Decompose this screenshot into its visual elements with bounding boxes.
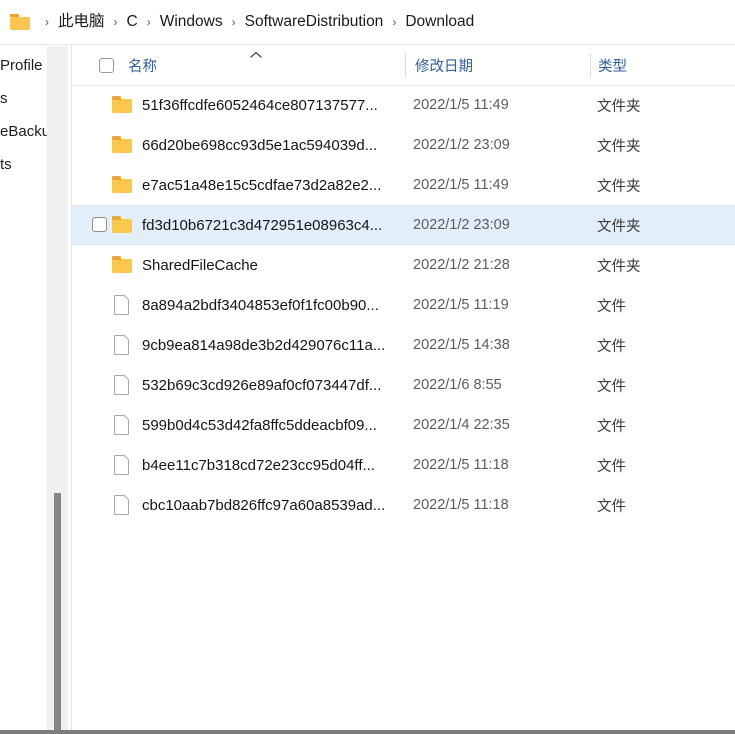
table-row[interactable]: 8a894a2bdf3404853ef0f1fc00b90... 2022/1/5… bbox=[72, 285, 735, 325]
sidebar-item[interactable]: Profile bbox=[0, 58, 43, 73]
window-bottom-edge bbox=[0, 730, 735, 734]
sidebar-item[interactable]: s bbox=[0, 91, 8, 106]
breadcrumb: › 此电脑 › C › Windows › SoftwareDistribution › Down… bbox=[38, 12, 476, 32]
file-name[interactable]: SharedFileCache bbox=[142, 245, 258, 285]
file-name[interactable]: 532b69c3cd926e89af0cf073447df... bbox=[142, 365, 381, 405]
file-icon bbox=[112, 369, 135, 395]
table-row[interactable]: 51f36ffcdfe6052464ce807137577... 2022/1/5… bbox=[72, 85, 735, 125]
file-date-modified: 2022/1/6 8:55 bbox=[413, 377, 502, 393]
table-row[interactable]: 66d20be698cc93d5e1ac594039d... 2022/1/2 2… bbox=[72, 125, 735, 165]
table-row[interactable]: 9cb9ea814a98de3b2d429076c11a... 2022/1/5 … bbox=[72, 325, 735, 365]
breadcrumb-item[interactable]: Download bbox=[403, 12, 476, 32]
file-date-modified: 2022/1/5 11:19 bbox=[413, 297, 509, 313]
file-date-modified: 2022/1/5 14:38 bbox=[413, 337, 510, 353]
breadcrumb-item[interactable]: 此电脑 bbox=[56, 12, 107, 32]
table-row[interactable]: 532b69c3cd926e89af0cf073447df... 2022/1/6… bbox=[72, 365, 735, 405]
column-separator[interactable] bbox=[405, 53, 406, 78]
breadcrumb-separator: › bbox=[146, 15, 151, 29]
file-type: 文件夹 bbox=[597, 218, 641, 235]
column-header-type[interactable]: 类型 bbox=[598, 46, 627, 85]
scrollbar-thumb[interactable] bbox=[54, 493, 61, 731]
file-date-modified: 2022/1/4 22:35 bbox=[413, 417, 510, 433]
select-all-checkbox[interactable] bbox=[99, 58, 114, 73]
navigation-pane-scrollbar[interactable] bbox=[47, 46, 68, 734]
sort-ascending-icon bbox=[249, 50, 263, 60]
file-date-modified: 2022/1/5 11:49 bbox=[413, 97, 509, 113]
breadcrumb-item[interactable]: Windows bbox=[158, 12, 225, 32]
breadcrumb-bar[interactable]: › 此电脑 › C › Windows › SoftwareDistribution › Down… bbox=[0, 0, 735, 45]
file-name[interactable]: 8a894a2bdf3404853ef0f1fc00b90... bbox=[142, 285, 379, 325]
breadcrumb-separator: › bbox=[113, 15, 118, 29]
table-row[interactable]: cbc10aab7bd826ffc97a60a8539ad... 2022/1/5… bbox=[72, 485, 735, 525]
folder-icon bbox=[112, 176, 133, 194]
file-date-modified: 2022/1/2 21:28 bbox=[413, 257, 510, 273]
file-icon bbox=[112, 449, 135, 475]
file-name[interactable]: 66d20be698cc93d5e1ac594039d... bbox=[142, 125, 377, 165]
breadcrumb-separator: › bbox=[231, 15, 236, 29]
file-name[interactable]: e7ac51a48e15c5cdfae73d2a82e2... bbox=[142, 165, 381, 205]
file-type: 文件 bbox=[597, 458, 626, 475]
table-row[interactable]: b4ee11c7b318cd72e23cc95d04ff... 2022/1/5 … bbox=[72, 445, 735, 485]
file-name[interactable]: 51f36ffcdfe6052464ce807137577... bbox=[142, 85, 378, 125]
column-header-row: 名称 修改日期 类型 bbox=[72, 46, 735, 86]
window-bottom-edge-left bbox=[0, 727, 47, 730]
file-name[interactable]: 599b0d4c53d42fa8ffc5ddeacbf09... bbox=[142, 405, 377, 445]
folder-icon bbox=[112, 256, 133, 274]
breadcrumb-item[interactable]: SoftwareDistribution bbox=[243, 12, 386, 32]
file-type: 文件夹 bbox=[597, 258, 641, 275]
folder-icon bbox=[112, 96, 133, 114]
file-icon bbox=[112, 409, 135, 435]
table-row[interactable]: fd3d10b6721c3d472951e08963c4... 2022/1/2 … bbox=[72, 205, 735, 245]
file-type: 文件 bbox=[597, 298, 626, 315]
table-row[interactable]: 599b0d4c53d42fa8ffc5ddeacbf09... 2022/1/4… bbox=[72, 405, 735, 445]
file-icon bbox=[112, 329, 135, 355]
file-list: 51f36ffcdfe6052464ce807137577... 2022/1/5… bbox=[72, 85, 735, 734]
column-header-name-label: 名称 bbox=[128, 59, 157, 75]
table-row[interactable]: SharedFileCache 2022/1/2 21:28 文件夹 bbox=[72, 245, 735, 285]
file-type: 文件 bbox=[597, 338, 626, 355]
file-type: 文件 bbox=[597, 498, 626, 515]
folder-icon bbox=[10, 14, 30, 30]
folder-icon bbox=[112, 216, 133, 234]
file-type: 文件夹 bbox=[597, 98, 641, 115]
file-date-modified: 2022/1/5 11:18 bbox=[413, 457, 509, 473]
file-icon bbox=[112, 489, 135, 515]
file-type: 文件夹 bbox=[597, 178, 641, 195]
file-icon bbox=[112, 289, 135, 315]
file-name[interactable]: cbc10aab7bd826ffc97a60a8539ad... bbox=[142, 485, 385, 525]
folder-icon bbox=[112, 136, 133, 154]
column-header-date-modified[interactable]: 修改日期 bbox=[415, 46, 473, 85]
file-name[interactable]: fd3d10b6721c3d472951e08963c4... bbox=[142, 205, 382, 245]
file-date-modified: 2022/1/5 11:49 bbox=[413, 177, 509, 193]
column-header-name[interactable]: 名称 bbox=[128, 46, 157, 85]
file-name[interactable]: b4ee11c7b318cd72e23cc95d04ff... bbox=[142, 445, 375, 485]
file-type: 文件 bbox=[597, 418, 626, 435]
file-list-pane: 名称 修改日期 类型 51f36ffcdfe6052464ce807137577… bbox=[72, 46, 735, 734]
file-type: 文件夹 bbox=[597, 138, 641, 155]
breadcrumb-separator: › bbox=[45, 15, 49, 29]
column-separator[interactable] bbox=[590, 53, 591, 78]
row-checkbox[interactable] bbox=[92, 217, 107, 232]
breadcrumb-item[interactable]: C bbox=[125, 12, 140, 32]
file-date-modified: 2022/1/2 23:09 bbox=[413, 137, 510, 153]
navigation-pane[interactable]: Profile s eBacku ts bbox=[0, 46, 47, 734]
table-row[interactable]: e7ac51a48e15c5cdfae73d2a82e2... 2022/1/5 … bbox=[72, 165, 735, 205]
column-header-date-label: 修改日期 bbox=[415, 59, 473, 75]
sidebar-item[interactable]: ts bbox=[0, 157, 12, 172]
breadcrumb-separator: › bbox=[392, 15, 397, 29]
file-type: 文件 bbox=[597, 378, 626, 395]
file-name[interactable]: 9cb9ea814a98de3b2d429076c11a... bbox=[142, 325, 385, 365]
file-date-modified: 2022/1/5 11:18 bbox=[413, 497, 509, 513]
file-date-modified: 2022/1/2 23:09 bbox=[413, 217, 510, 233]
column-header-type-label: 类型 bbox=[598, 59, 627, 75]
sidebar-item[interactable]: eBacku bbox=[0, 124, 47, 139]
